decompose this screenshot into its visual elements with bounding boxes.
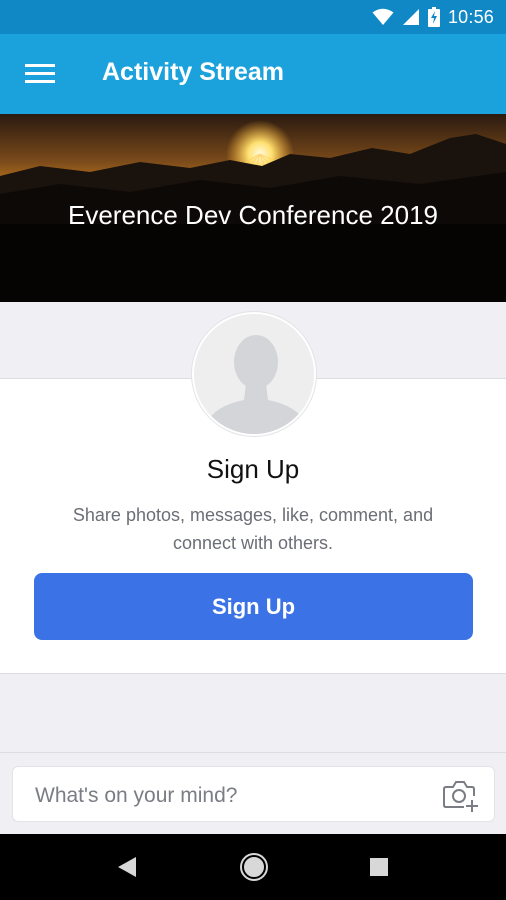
cell-signal-icon [402,9,419,25]
hamburger-menu-icon [25,64,55,83]
banner-title: Everence Dev Conference 2019 [67,200,438,230]
event-banner: Everence Dev Conference 2019 [0,114,506,302]
signup-heading: Sign Up [206,454,300,484]
recents-icon[interactable] [369,857,389,877]
avatar [192,312,316,436]
composer-placeholder: What's on your mind? [35,784,238,807]
wifi-icon [372,8,394,25]
home-icon[interactable] [240,853,268,881]
status-bar: 10:56 [0,0,506,34]
page-title: Activity Stream [102,58,285,86]
post-composer[interactable]: What's on your mind? [12,766,495,822]
status-time: 10:56 [447,6,494,27]
battery-charging-icon [427,7,440,27]
app-bar: Activity Stream [0,34,506,114]
default-user-avatar-icon [194,314,314,434]
back-icon[interactable] [116,855,138,879]
signup-button[interactable]: Sign Up [34,573,473,640]
status-icons: 10:56 [372,6,494,28]
signup-description: Share photos, messages, like, comment, a… [72,505,434,553]
camera-add-icon[interactable] [442,778,478,812]
system-nav-bar [0,834,506,900]
menu-button[interactable] [14,52,66,96]
